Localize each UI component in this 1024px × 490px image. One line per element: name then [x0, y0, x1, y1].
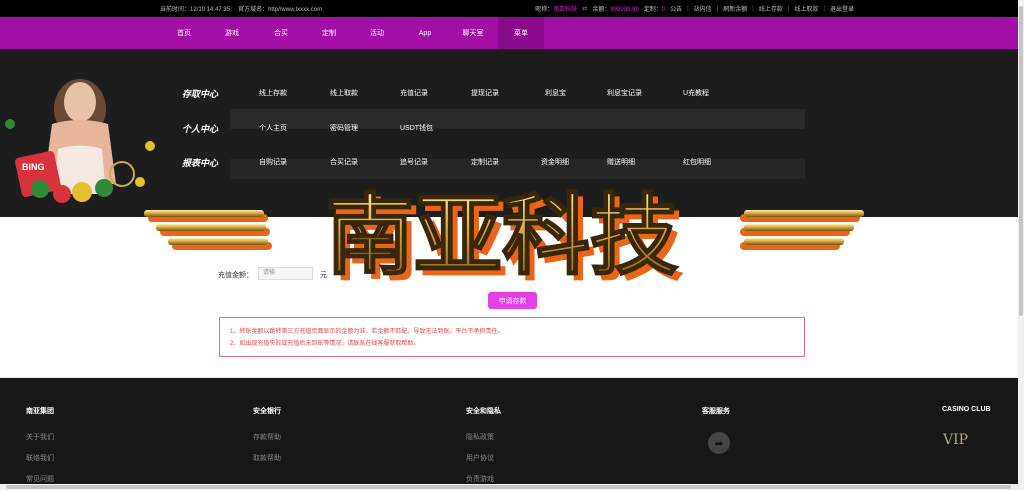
- topbar-link-refresh-balance[interactable]: 刷新余额: [723, 4, 747, 13]
- nav-games[interactable]: 游戏: [209, 17, 255, 49]
- footer-link-deposit-help[interactable]: 存款帮助: [253, 432, 281, 442]
- menu-link-gift-details[interactable]: 赠送明细: [607, 157, 635, 167]
- topbar-link-messages[interactable]: 站内信: [694, 4, 712, 13]
- wallet-icon: ⇄: [582, 6, 588, 12]
- nav-home[interactable]: 首页: [161, 17, 207, 49]
- nav-events[interactable]: 活动: [354, 17, 400, 49]
- deposit-notice: 1、转账金额以跳转第三方充值页面显示的金额为准，若金额不匹配，导致无法到账，平台…: [219, 317, 805, 357]
- scrollbar-thumb[interactable]: [1019, 6, 1023, 316]
- nav-chatroom[interactable]: 聊天室: [450, 17, 496, 49]
- nav-app[interactable]: App: [402, 17, 448, 49]
- footer-col-bank: 安全银行 存款帮助 取款帮助: [253, 406, 281, 474]
- footer-col-casino: CASINO CLUB: [942, 406, 991, 429]
- menu-link-fund-details[interactable]: 资金明细: [541, 157, 569, 167]
- menu-row-title-report-center: 报表中心: [182, 158, 219, 168]
- footer-heading: 客服服务: [702, 408, 730, 415]
- footer-heading: CASINO CLUB: [942, 406, 991, 413]
- footer-link-withdraw-help[interactable]: 取款帮助: [253, 453, 281, 463]
- main-nav: 首页 游戏 合买 定制 活动 App 聊天室 菜单: [0, 17, 1018, 49]
- footer-link-about[interactable]: 关于我们: [26, 432, 54, 442]
- apply-deposit-button[interactable]: 申请存款: [488, 292, 537, 309]
- nav-menu[interactable]: 菜单: [498, 17, 544, 49]
- menu-link-password[interactable]: 密码管理: [330, 123, 358, 133]
- notice-line-2: 2、如出现充值失败或充值后未到账等情况，请联系在线客服获取帮助。: [230, 341, 420, 347]
- nav-group-buy[interactable]: 合买: [258, 17, 304, 49]
- topbar-link-logout[interactable]: 退出登录: [830, 4, 854, 13]
- topbar-link-withdraw[interactable]: 线上取款: [794, 4, 818, 13]
- custom-count: 定制：0: [643, 7, 666, 13]
- vertical-scrollbar[interactable]: [1018, 0, 1024, 490]
- footer-link-faq[interactable]: 常见问题: [26, 474, 54, 484]
- balance: 余额：999999.99: [592, 7, 639, 13]
- scrollbar-thumb[interactable]: [6, 485, 1011, 489]
- menu-link-usdt-wallet[interactable]: USDT钱包: [400, 123, 433, 133]
- footer-col-privacy: 安全和隐私 隐私政策 用户协议 负责游戏: [466, 406, 501, 490]
- menu-shadow-row: [230, 159, 805, 179]
- footer-heading: 安全银行: [253, 408, 281, 415]
- menu-link-withdraw-records[interactable]: 提现记录: [471, 88, 499, 98]
- promo-girl-illustration: BING: [5, 79, 155, 203]
- menu-row-title-personal-center: 个人中心: [182, 124, 219, 134]
- horizontal-scrollbar[interactable]: [0, 484, 1018, 490]
- menu-link-chase-records[interactable]: 追号记录: [400, 157, 428, 167]
- menu-link-group-buy-records[interactable]: 合买记录: [330, 157, 358, 167]
- footer-col-service: 客服服务: [702, 406, 730, 432]
- footer-col-group: 南亚集团 关于我们 联络我们 常见问题: [26, 406, 54, 490]
- menu-link-recharge-records[interactable]: 充值记录: [400, 88, 428, 98]
- current-time: 当前时间：12/10 14:47:35: [160, 7, 231, 13]
- menu-link-interest[interactable]: 利息宝: [545, 88, 566, 98]
- nickname: 昵称：南亚科技: [535, 7, 578, 13]
- menu-link-online-deposit[interactable]: 线上存款: [259, 88, 287, 98]
- nav-custom[interactable]: 定制: [306, 17, 352, 49]
- menu-link-u-tutorial[interactable]: U充教程: [683, 88, 709, 98]
- official-domain: 官方域名：http//www.lxxxx.com: [238, 7, 323, 13]
- notice-line-1: 1、转账金额以跳转第三方充值页面显示的金额为准，若金额不匹配，导致无法到账，平台…: [230, 329, 504, 335]
- footer-link-contact[interactable]: 联络我们: [26, 453, 54, 463]
- topbar-link-notice[interactable]: 公告: [670, 4, 682, 13]
- footer-link-user-agreement[interactable]: 用户协议: [466, 453, 501, 463]
- menu-shadow-row: [230, 109, 805, 129]
- svg-text:BING: BING: [22, 162, 45, 172]
- footer-heading: 南亚集团: [26, 408, 54, 415]
- menu-link-online-withdraw[interactable]: 线上取款: [330, 88, 358, 98]
- logo-text: 南亚科技: [326, 184, 678, 287]
- menu-row-title-deposit-center: 存取中心: [182, 89, 219, 99]
- footer-heading: 安全和隐私: [466, 408, 501, 415]
- menu-link-custom-records[interactable]: 定制记录: [471, 157, 499, 167]
- topbar-link-deposit[interactable]: 线上存款: [759, 4, 783, 13]
- footer: [0, 378, 1018, 490]
- footer-link-responsible-gaming[interactable]: 负责游戏: [466, 474, 501, 484]
- footer-link-privacy-policy[interactable]: 隐私政策: [466, 432, 501, 442]
- top-status-bar: 当前时间：12/10 14:47:35 官方域名：http//www.lxxxx…: [0, 0, 1024, 17]
- vip-badge: VIP: [943, 432, 969, 448]
- menu-link-profile[interactable]: 个人主页: [259, 123, 287, 133]
- menu-link-self-buy-records[interactable]: 自购记录: [259, 157, 287, 167]
- customer-service-icon[interactable]: ➦: [708, 432, 730, 454]
- brand-logo-watermark: 南亚科技 南亚科技: [144, 183, 864, 290]
- menu-link-interest-records[interactable]: 利息宝记录: [607, 88, 642, 98]
- menu-link-redpacket-details[interactable]: 红包明细: [683, 157, 711, 167]
